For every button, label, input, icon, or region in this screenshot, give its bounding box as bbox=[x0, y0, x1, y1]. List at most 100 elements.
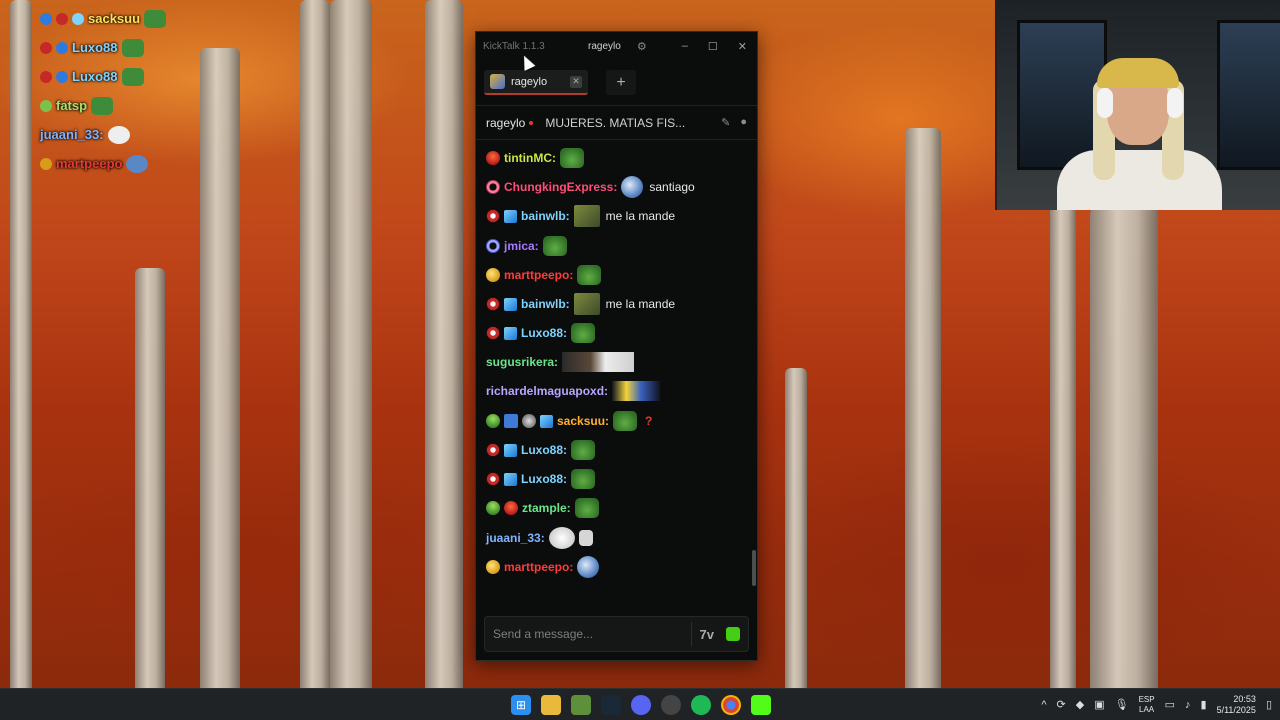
channel-name[interactable]: rageylo bbox=[486, 116, 525, 130]
chat-username[interactable]: marttpeepo: bbox=[504, 560, 573, 574]
chat-username[interactable]: bainwlb: bbox=[521, 209, 570, 223]
file-explorer-icon[interactable] bbox=[541, 694, 561, 715]
cube-badge-icon bbox=[504, 472, 517, 486]
chat-username[interactable]: sugusrikera: bbox=[486, 355, 558, 369]
tree-trunk bbox=[905, 128, 941, 688]
close-tab-icon[interactable]: ✕ bbox=[570, 75, 582, 88]
system-clock[interactable]: 20:53 5/11/2025 bbox=[1217, 694, 1256, 716]
maximize-button[interactable]: ☐ bbox=[708, 40, 718, 53]
chat-scrollbar[interactable] bbox=[752, 550, 756, 586]
subscriber-badge-icon bbox=[486, 151, 500, 165]
tree-trunk bbox=[330, 0, 372, 688]
chat-text: me la mande bbox=[605, 209, 676, 223]
chat-message: juaani_33: bbox=[486, 527, 593, 549]
app-tray-icon[interactable]: ▣ bbox=[1094, 698, 1104, 711]
message-input[interactable] bbox=[493, 627, 683, 641]
window-titlebar[interactable]: KickTalk 1.1.3 rageylo ⚙ – ☐ ✕ bbox=[476, 32, 757, 60]
overlay-chat-row: sacksuu bbox=[40, 4, 240, 33]
battery-icon[interactable]: ▮ bbox=[1201, 698, 1207, 711]
chat-message: ChungkingExpress: santiago bbox=[486, 176, 695, 198]
chat-input-area: 7v bbox=[476, 608, 757, 660]
chat-username[interactable]: jmica: bbox=[504, 239, 539, 253]
logged-in-username[interactable]: rageylo bbox=[588, 41, 621, 52]
microphone-icon[interactable]: 🎙 bbox=[1115, 698, 1129, 711]
chat-username[interactable]: marttpeepo: bbox=[504, 268, 573, 282]
minecraft-icon[interactable] bbox=[571, 694, 591, 715]
badge-icon bbox=[40, 70, 52, 83]
pepe-emote-icon bbox=[144, 9, 167, 28]
network-icon[interactable]: ▭ bbox=[1165, 698, 1175, 711]
chat-message: tintinMC: bbox=[486, 147, 584, 169]
chat-username[interactable]: Luxo88: bbox=[521, 443, 567, 457]
chat-username[interactable]: sacksuu: bbox=[557, 414, 609, 428]
minion-emote-icon bbox=[612, 381, 661, 401]
chat-message: sacksuu: ? bbox=[486, 410, 652, 432]
app-title: KickTalk 1.1.3 bbox=[483, 40, 545, 52]
chevron-up-icon[interactable]: ^ bbox=[1041, 699, 1046, 711]
chat-message: Luxo88: bbox=[486, 439, 596, 461]
headphones-icon bbox=[1167, 88, 1183, 118]
pepe-emote-icon bbox=[542, 236, 567, 256]
chat-username[interactable]: tintinMC: bbox=[504, 151, 556, 165]
chrome-icon[interactable] bbox=[721, 694, 741, 715]
chat-message: jmica: bbox=[486, 235, 567, 257]
chat-username[interactable]: juaani_33: bbox=[486, 531, 545, 545]
clock-date: 5/11/2025 bbox=[1216, 704, 1256, 715]
discord-icon[interactable] bbox=[631, 694, 651, 715]
tree-trunk bbox=[135, 268, 165, 688]
chat-messages[interactable]: tintinMC: ChungkingExpress: santiago bai… bbox=[476, 140, 757, 608]
system-tray: ^ ⟳ ◆ ▣ 🎙 ESP LAA ▭ ♪ ▮ 20:53 5/11/2025 … bbox=[1041, 694, 1272, 716]
chat-text: santiago bbox=[649, 180, 695, 194]
chat-username[interactable]: richardelmaguapoxd: bbox=[486, 384, 608, 398]
chat-message: Luxo88: bbox=[486, 468, 596, 490]
steam-icon[interactable] bbox=[601, 694, 621, 715]
kicktalk-icon[interactable] bbox=[751, 694, 771, 715]
chat-message: ztample: bbox=[486, 497, 599, 519]
sync-icon[interactable]: ⟳ bbox=[1057, 698, 1066, 711]
alien-badge-icon bbox=[486, 501, 500, 515]
keyboard-layout: LAA bbox=[1139, 704, 1155, 714]
badge-icon bbox=[40, 41, 52, 54]
pepe-emote-icon bbox=[571, 469, 596, 489]
gold-badge-icon bbox=[486, 268, 500, 282]
spotify-icon[interactable] bbox=[691, 694, 711, 715]
chat-username[interactable]: Luxo88: bbox=[521, 472, 567, 486]
user-icon[interactable]: ● bbox=[740, 116, 747, 129]
cube-badge-icon bbox=[504, 297, 517, 311]
kick-emote-icon[interactable] bbox=[726, 627, 740, 641]
pepe-emote-icon bbox=[577, 265, 602, 285]
badge-icon bbox=[72, 12, 84, 25]
tree-trunk bbox=[425, 0, 463, 688]
pin-icon[interactable]: ✎ bbox=[721, 116, 730, 129]
hammer-badge-icon bbox=[504, 414, 518, 428]
troll-emote-icon bbox=[548, 527, 575, 549]
notification-icon[interactable]: ▯ bbox=[1266, 698, 1272, 711]
start-menu-icon[interactable]: ⊞ bbox=[511, 694, 531, 715]
tree-trunk bbox=[1050, 188, 1076, 688]
pepe-emote-icon bbox=[91, 96, 114, 115]
chat-username[interactable]: bainwlb: bbox=[521, 297, 570, 311]
volume-icon[interactable]: ♪ bbox=[1185, 699, 1191, 711]
minimize-button[interactable]: – bbox=[682, 40, 688, 53]
chat-text: ? bbox=[645, 414, 653, 428]
gold-badge-icon bbox=[486, 560, 500, 574]
grey-badge-icon bbox=[522, 414, 536, 428]
gear-icon[interactable]: ⚙ bbox=[637, 40, 647, 53]
webcam-person-shirt bbox=[1057, 150, 1222, 210]
chat-username[interactable]: ChungkingExpress: bbox=[504, 180, 617, 194]
tab-rageylo[interactable]: rageylo ✕ bbox=[484, 70, 588, 95]
chat-username[interactable]: ztample: bbox=[522, 501, 571, 515]
chat-message: bainwlb: me la mande bbox=[486, 205, 675, 227]
chat-text: me la mande bbox=[605, 297, 676, 311]
add-tab-button[interactable]: + bbox=[606, 70, 636, 95]
pepe-emote-icon bbox=[613, 411, 638, 431]
language-indicator[interactable]: ESP LAA bbox=[1139, 695, 1155, 715]
header-actions: ✎ ● bbox=[721, 116, 747, 129]
shield-icon[interactable]: ◆ bbox=[1076, 698, 1084, 711]
chat-message: richardelmaguapoxd: bbox=[486, 380, 661, 402]
chat-username[interactable]: Luxo88: bbox=[521, 326, 567, 340]
obs-icon[interactable] bbox=[661, 694, 681, 715]
language-code: ESP bbox=[1138, 694, 1155, 704]
seventv-emote-icon[interactable]: 7v bbox=[700, 627, 714, 642]
close-button[interactable]: ✕ bbox=[738, 40, 747, 53]
